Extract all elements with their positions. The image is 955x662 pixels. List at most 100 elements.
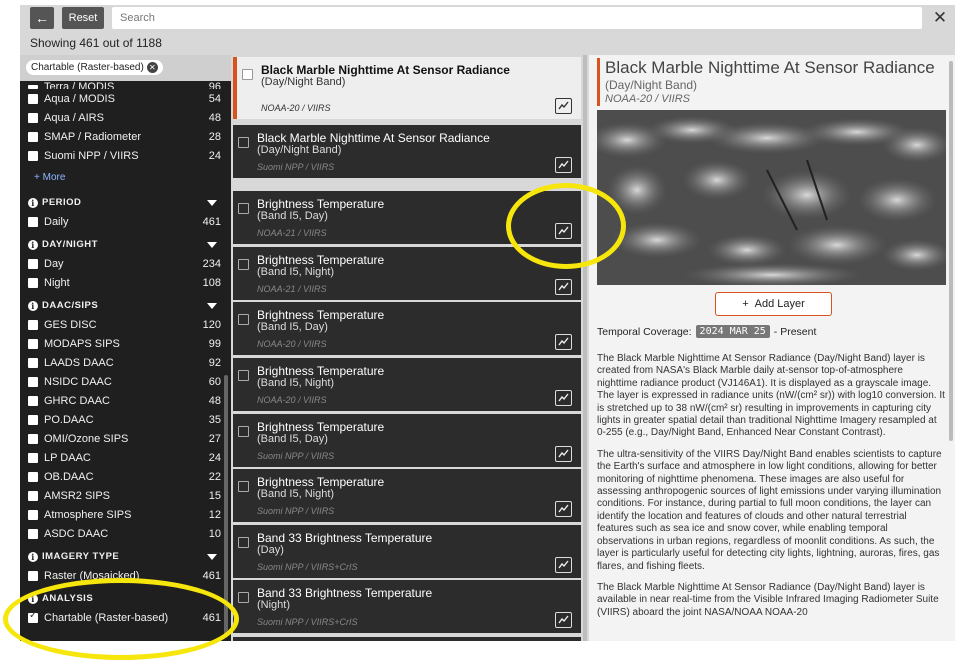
facet-checkbox[interactable] [28,338,38,349]
facet-row[interactable]: Chartable (Raster-based) 461 [28,608,221,627]
facet-checkbox[interactable] [28,258,38,269]
facet-checkbox[interactable] [28,414,38,425]
results-scrollbar[interactable] [583,55,587,641]
info-icon[interactable]: i [28,593,38,604]
layer-checkbox[interactable] [238,203,249,214]
facet-row[interactable]: OB.DAAC 22 [28,467,221,486]
facet-row[interactable]: AMSR2 SIPS 15 [28,486,221,505]
facet-checkbox[interactable] [28,490,38,501]
layer-result-card[interactable]: Brightness Temperature (Band I5, Night) NO… [233,358,581,411]
layer-checkbox[interactable] [238,137,249,148]
facet-checkbox[interactable] [28,433,38,444]
facet-row[interactable]: LP DAAC 24 [28,448,221,467]
info-icon[interactable]: i [28,239,38,250]
layer-result-card[interactable]: Brightness Temperature (Band I5, Night) NO… [233,247,581,300]
facet-row[interactable]: Aqua / AIRS 48 [28,108,221,127]
facet-checkbox[interactable] [28,357,38,368]
info-icon[interactable]: i [28,197,38,208]
layer-checkbox[interactable] [238,537,249,548]
facet-header-analysis[interactable]: i ANALYSIS [28,589,221,608]
layer-result-card[interactable]: Black Marble Nighttime At Sensor Radianc… [233,57,581,119]
chart-button[interactable] [555,446,572,462]
facet-row[interactable]: Raster (Mosaicked) 461 [28,566,221,585]
chip-remove-icon[interactable]: ✕ [146,62,158,73]
facet-header-daynight[interactable]: i DAY/NIGHT [28,235,221,254]
facet-row[interactable]: GES DISC 120 [28,315,221,334]
facet-checkbox[interactable] [28,509,38,520]
facet-row[interactable]: MODAPS SIPS 99 [28,334,221,353]
more-link[interactable]: + More [28,165,221,189]
facet-checkbox[interactable] [28,216,38,227]
reset-button[interactable]: Reset [62,7,104,29]
layer-checkbox[interactable] [242,69,253,80]
facet-header-period[interactable]: i PERIOD [28,193,221,212]
chart-button[interactable] [555,223,572,239]
sidebar-scrollbar[interactable] [224,375,228,635]
facet-header-daac[interactable]: i DAAC/SIPS [28,296,221,315]
facet-checkbox[interactable] [28,93,38,104]
layer-result-card[interactable]: Band 33 Brightness Temperature (Night) Suo… [233,580,581,633]
facet-row[interactable]: Suomi NPP / VIIRS 24 [28,146,221,165]
facet-row[interactable]: Daily 461 [28,212,221,231]
layer-checkbox[interactable] [238,259,249,270]
chart-button[interactable] [555,98,572,114]
layer-result-card[interactable]: Black Marble Nighttime At Sensor Radianc… [233,125,581,178]
search-input[interactable] [112,7,922,29]
facet-checkbox[interactable] [28,376,38,387]
facet-row[interactable]: PO.DAAC 35 [28,410,221,429]
layer-checkbox[interactable] [238,481,249,492]
chevron-down-icon[interactable] [207,553,217,560]
facet-row[interactable]: Day 234 [28,254,221,273]
layer-result-card[interactable]: Brightness Temperature (Band I5, Night) Su… [233,469,581,522]
facet-checkbox[interactable] [28,112,38,123]
chart-button[interactable] [555,390,572,406]
facet-checkbox[interactable] [28,528,38,539]
layer-source: NOAA-20 / VIIRS [257,395,327,405]
facet-checkbox[interactable] [28,85,38,89]
chevron-down-icon[interactable] [207,241,217,248]
layer-result-card[interactable]: Brightness Temperature (Band I5, Day) Suom… [233,414,581,467]
facet-row[interactable]: NSIDC DAAC 60 [28,372,221,391]
facet-checkbox[interactable] [28,471,38,482]
layer-checkbox[interactable] [238,426,249,437]
active-filter-chip[interactable]: Chartable (Raster-based) ✕ [26,60,163,75]
chart-button[interactable] [555,279,572,295]
info-icon[interactable]: i [28,551,38,562]
chevron-down-icon[interactable] [207,199,217,206]
facet-header-imagery[interactable]: i IMAGERY TYPE [28,547,221,566]
facet-row[interactable]: Atmosphere SIPS 12 [28,505,221,524]
facet-checkbox[interactable] [28,277,38,288]
facet-checkbox[interactable] [28,319,38,330]
add-layer-button[interactable]: + Add Layer [715,292,832,316]
detail-scrollbar[interactable] [949,61,953,441]
chart-button[interactable] [555,557,572,573]
chart-button[interactable] [555,612,572,628]
facet-checkbox[interactable] [28,570,38,581]
facet-row[interactable]: SMAP / Radiometer 28 [28,127,221,146]
facet-row[interactable]: OMI/Ozone SIPS 27 [28,429,221,448]
layer-result-card[interactable]: Brightness Temperature (Band I5, Day) NOAA… [233,191,581,244]
chevron-down-icon[interactable] [207,302,217,309]
info-icon[interactable]: i [28,300,38,311]
facet-row[interactable]: ASDC DAAC 10 [28,524,221,543]
layer-checkbox[interactable] [238,370,249,381]
layer-result-card[interactable] [233,637,581,641]
facet-checkbox[interactable] [28,131,38,142]
facet-row[interactable]: Night 108 [28,273,221,292]
facet-row[interactable]: LAADS DAAC 92 [28,353,221,372]
close-button[interactable]: ✕ [930,7,950,29]
chart-button[interactable] [555,334,572,350]
layer-result-card[interactable]: Band 33 Brightness Temperature (Day) Suomi… [233,525,581,578]
chart-button[interactable] [555,157,572,173]
layer-checkbox[interactable] [238,592,249,603]
back-button[interactable]: ← [30,7,54,29]
layer-result-card[interactable]: Brightness Temperature (Band I5, Day) NOAA… [233,302,581,355]
facet-checkbox[interactable] [28,395,38,406]
facet-row[interactable]: GHRC DAAC 48 [28,391,221,410]
facet-checkbox[interactable] [28,452,38,463]
layer-checkbox[interactable] [238,314,249,325]
facet-checkbox[interactable] [28,150,38,161]
facet-checkbox[interactable] [28,610,38,623]
chart-button[interactable] [555,501,572,517]
facet-row[interactable]: Aqua / MODIS 54 [28,89,221,108]
